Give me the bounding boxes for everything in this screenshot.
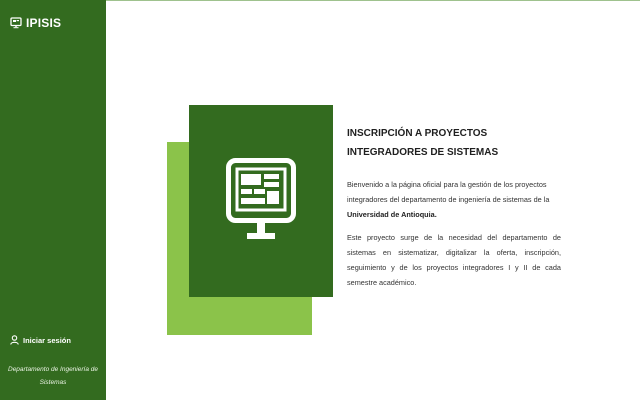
monitor-icon	[226, 158, 296, 239]
department-text: Departamento de Ingeniería de Sistemas	[8, 366, 98, 386]
brand[interactable]: IPISIS	[10, 16, 61, 30]
top-divider	[106, 0, 640, 1]
intro-text: Bienvenido a la página oficial para la g…	[347, 180, 550, 204]
page-title: INSCRIPCIÓN A PROYECTOS INTEGRADORES DE …	[347, 128, 499, 158]
university-name: Universidad de Antioquia.	[347, 210, 437, 219]
description-paragraph: Este proyecto surge de la necesidad del …	[347, 233, 561, 287]
intro-paragraph: Bienvenido a la página oficial para la g…	[347, 177, 561, 222]
main-content: INSCRIPCIÓN A PROYECTOS INTEGRADORES DE …	[347, 124, 561, 290]
login-label: Iniciar sesión	[23, 335, 71, 345]
brand-name: IPISIS	[26, 16, 62, 30]
monitor-icon	[10, 17, 22, 29]
user-icon	[10, 335, 19, 345]
login-button[interactable]: Iniciar sesión	[10, 335, 71, 345]
sidebar: IPISIS Iniciar sesión Departamento de In…	[0, 0, 106, 400]
